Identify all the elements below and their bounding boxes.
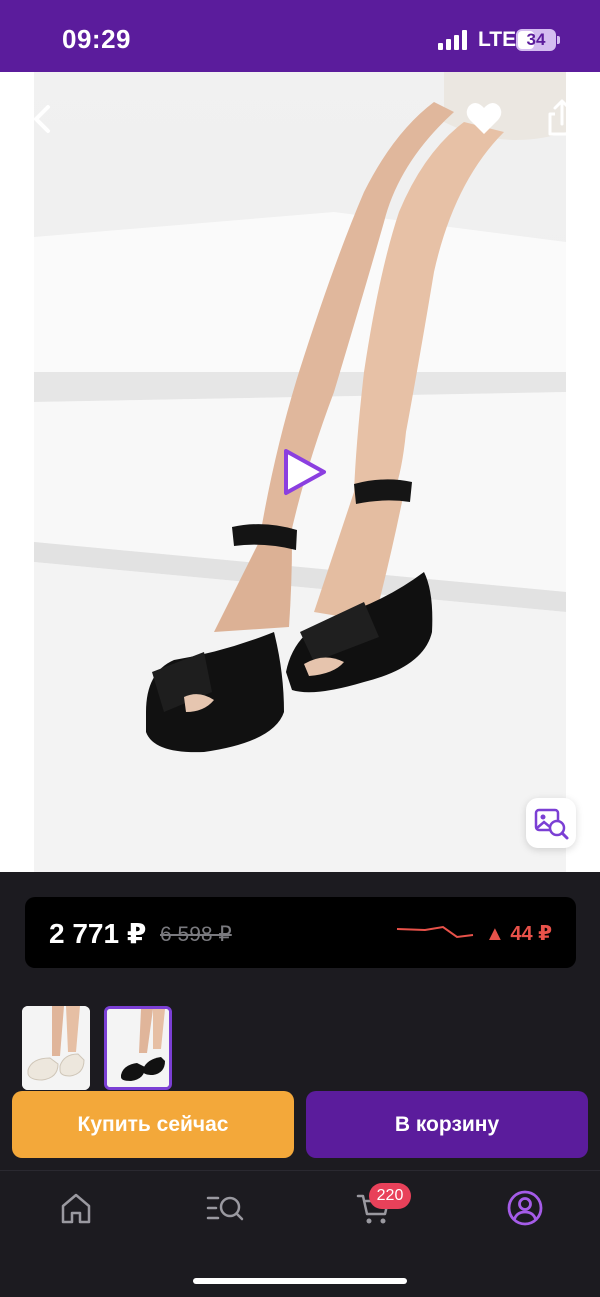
tab-profile[interactable] [505,1188,545,1228]
profile-icon [507,1190,543,1226]
price-trend-graph [396,925,474,939]
play-icon [284,449,326,495]
status-time: 09:29 [62,24,131,54]
share-button[interactable] [538,94,586,142]
home-indicator [193,1278,407,1284]
network-type: LTE [478,28,517,51]
visual-search-button[interactable] [526,798,576,848]
play-video-button[interactable] [276,445,330,499]
home-icon [61,1193,91,1224]
tab-home[interactable] [56,1188,96,1228]
price-card[interactable]: 2 771 ₽ 6 598 ₽ ▲ 44 ₽ [25,897,576,968]
battery-level: 34 [526,30,546,49]
back-icon [34,105,50,133]
visual-search-icon [534,808,569,840]
back-button[interactable] [20,95,68,143]
signal-icon [438,30,470,50]
price-change: ▲ 44 ₽ [485,923,553,945]
product-thumbnail-selected[interactable] [104,1006,172,1090]
status-bar: 09:29 LTE 34 [0,0,600,72]
heart-icon [466,103,502,134]
add-to-cart-button[interactable]: В корзину [306,1091,588,1158]
catalog-search-icon [206,1196,244,1221]
share-icon [548,99,576,136]
cart-count-badge: 220 [369,1183,411,1209]
old-price: 6 598 ₽ [160,923,232,946]
product-thumbnail[interactable] [22,1006,90,1090]
favorite-button[interactable] [460,94,508,142]
tab-catalog[interactable] [205,1188,245,1228]
current-price: 2 771 ₽ [49,918,147,949]
buy-now-button[interactable]: Купить сейчас [12,1091,294,1158]
battery-cap [557,36,560,44]
battery-icon: 34 [516,29,556,51]
